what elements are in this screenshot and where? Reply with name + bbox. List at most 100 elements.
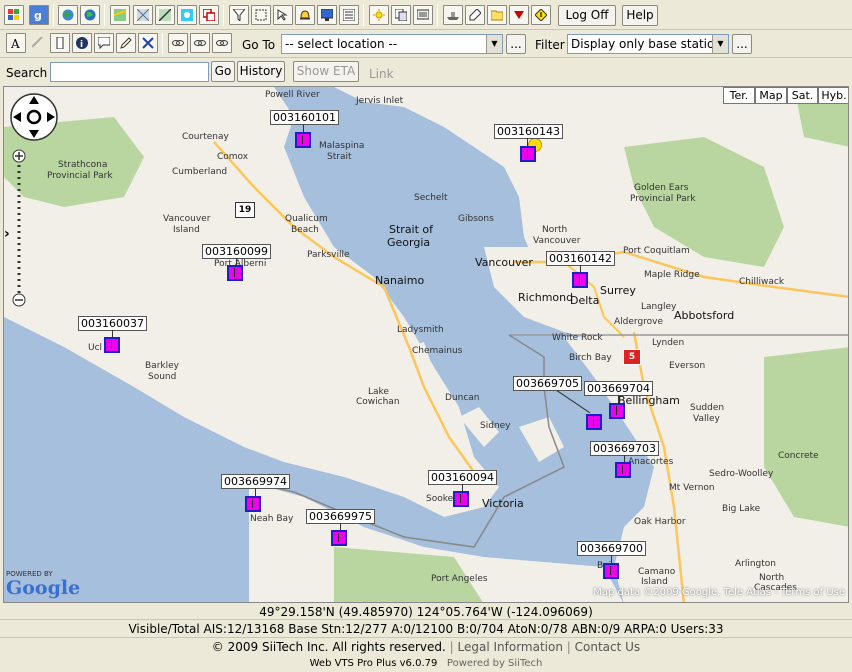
chevron-down-icon[interactable]: ▼ — [486, 35, 502, 53]
vessel-leader — [255, 488, 256, 496]
goto-more-button[interactable]: ... — [506, 34, 526, 54]
place-label: Strait of — [389, 223, 434, 236]
warning-icon[interactable] — [531, 5, 551, 25]
vessel-icon[interactable] — [331, 530, 347, 546]
vessel-icon[interactable] — [453, 491, 469, 507]
vessel-leader — [580, 265, 581, 272]
map-attribution[interactable]: Map data ©2009 Google, Tele Atlas - Term… — [593, 587, 845, 598]
phone-icon[interactable] — [50, 33, 70, 53]
panel-expand-icon[interactable]: › — [4, 227, 14, 241]
info-icon[interactable]: i — [72, 33, 92, 53]
vessel-label[interactable]: 003669704 — [584, 381, 653, 396]
select-pointer-icon[interactable] — [273, 5, 293, 25]
vessel-icon[interactable] — [615, 462, 631, 478]
vessel-icon[interactable] — [572, 272, 588, 288]
maptype-hybrid-button[interactable]: Hyb. — [818, 87, 848, 104]
vessel-icon[interactable] — [104, 337, 120, 353]
chevron-down-icon[interactable]: ▼ — [712, 35, 728, 53]
alarm-bell-icon[interactable] — [295, 5, 315, 25]
place-label: Comox — [217, 152, 249, 162]
vessel-label[interactable]: 003160142 — [546, 251, 615, 266]
vessel-icon[interactable] — [227, 265, 243, 281]
copy-icon[interactable] — [391, 5, 411, 25]
zoom-control[interactable] — [12, 149, 26, 309]
vessel-label[interactable]: 003160143 — [494, 124, 563, 139]
legal-link[interactable]: Legal Information — [458, 640, 563, 654]
show-eta-button[interactable]: Show ETA — [293, 61, 359, 82]
sun-icon[interactable] — [369, 5, 389, 25]
map-grid-icon[interactable] — [133, 5, 153, 25]
vessel-label[interactable]: 003160094 — [428, 470, 497, 485]
globe-refresh-icon[interactable] — [80, 5, 100, 25]
google-logo[interactable]: Google — [6, 577, 80, 599]
vessel-icon[interactable] — [603, 563, 619, 579]
vessel-label[interactable]: 003669705 — [513, 376, 582, 391]
logoff-button[interactable]: Log Off — [558, 5, 616, 26]
vessel-label[interactable]: 003160101 — [270, 110, 339, 125]
vessel-label[interactable]: 003669975 — [306, 509, 375, 524]
history-button[interactable]: History — [237, 61, 285, 82]
search-go-button[interactable]: Go — [211, 61, 235, 82]
map-satellite-icon[interactable] — [177, 5, 197, 25]
ship-icon[interactable] — [443, 5, 463, 25]
place-label: Concrete — [778, 451, 819, 461]
place-label: Everson — [669, 361, 706, 371]
select-area-icon[interactable] — [251, 5, 271, 25]
place-label: Victoria — [482, 497, 524, 510]
maptype-satellite-button[interactable]: Sat. — [787, 87, 818, 104]
comment-icon[interactable] — [94, 33, 114, 53]
place-label: Maple Ridge — [644, 270, 700, 280]
delete-icon[interactable] — [138, 33, 158, 53]
map-route-icon[interactable] — [155, 5, 175, 25]
link1-icon[interactable] — [168, 33, 188, 53]
link2-icon[interactable] — [190, 33, 210, 53]
vessel-label[interactable]: 003160099 — [202, 244, 271, 259]
place-label: Lynden — [652, 338, 685, 348]
screen-icon[interactable] — [413, 5, 433, 25]
vessel-label[interactable]: 003160037 — [78, 316, 147, 331]
copyright-text: © 2009 SiiTech Inc. All rights reserved. — [211, 640, 446, 654]
monitor-icon[interactable] — [317, 5, 337, 25]
maptype-map-button[interactable]: Map — [755, 87, 787, 104]
contact-link[interactable]: Contact Us — [575, 640, 641, 654]
vessel-icon[interactable] — [520, 146, 536, 162]
filter-icon[interactable] — [229, 5, 249, 25]
place-label: Bellingham — [618, 394, 680, 407]
vessel-icon[interactable] — [586, 414, 602, 430]
filter-select[interactable]: Display only base station ▼ — [567, 34, 729, 54]
link3-icon[interactable] — [212, 33, 232, 53]
windows-icon[interactable] — [4, 5, 24, 25]
vessel-icon[interactable] — [295, 132, 311, 148]
ruler-icon[interactable] — [28, 33, 48, 53]
map-layer-icon[interactable] — [110, 5, 130, 25]
place-label: Beach — [291, 225, 319, 235]
maptype-terrain-button[interactable]: Ter. — [723, 87, 755, 104]
vessel-icon[interactable] — [609, 403, 625, 419]
vessel-label[interactable]: 003669974 — [221, 474, 290, 489]
google-icon[interactable]: g — [29, 5, 49, 25]
flag-down-icon[interactable] — [509, 5, 529, 25]
place-label: White Rock — [552, 333, 603, 343]
vessel-label[interactable]: 003669700 — [577, 541, 646, 556]
link-label[interactable]: Link — [369, 67, 394, 81]
vessel-label[interactable]: 003669703 — [590, 441, 659, 456]
place-label: Golden Ears — [634, 183, 689, 193]
vessel-icon[interactable] — [245, 496, 261, 512]
help-button[interactable]: Help — [622, 5, 658, 26]
panel-icon[interactable] — [339, 5, 359, 25]
filter-more-button[interactable]: ... — [732, 34, 752, 54]
place-label: Provincial Park — [47, 171, 113, 181]
secondary-toolbar: A i Go To -- select location -- ▼ ... Fi… — [0, 30, 852, 58]
vessel-leader — [340, 523, 341, 530]
edit-ship-icon[interactable] — [465, 5, 485, 25]
map-view[interactable]: › Ter. Map Sat. Hyb. Powell River Jervis… — [3, 86, 849, 603]
globe-icon[interactable] — [58, 5, 78, 25]
goto-select[interactable]: -- select location -- ▼ — [281, 34, 503, 54]
pan-control[interactable] — [9, 92, 59, 142]
windows-overlap-icon[interactable] — [199, 5, 219, 25]
folder-icon[interactable] — [487, 5, 507, 25]
place-label: Delta — [570, 294, 600, 307]
search-input[interactable] — [50, 62, 209, 82]
pencil-icon[interactable] — [116, 33, 136, 53]
text-tool-icon[interactable]: A — [6, 33, 26, 53]
